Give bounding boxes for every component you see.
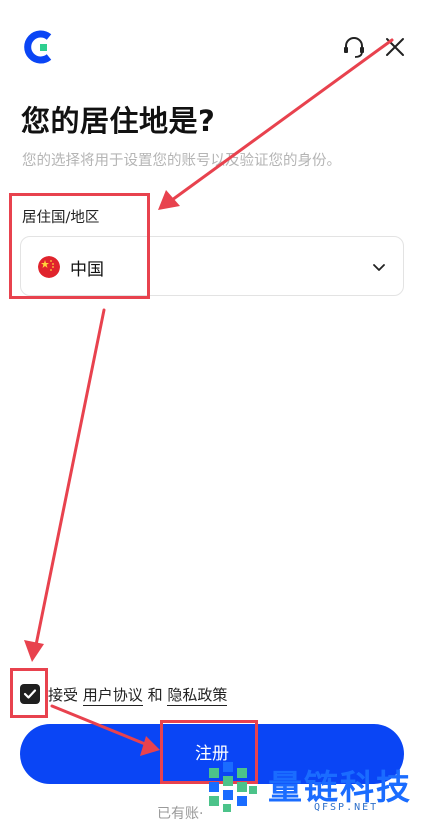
agreement-text: 接受 用户协议 和 隐私政策 bbox=[48, 684, 228, 706]
page-subtitle: 您的选择将用于设置您的账号以及验证您的身份。 bbox=[22, 153, 341, 169]
chevron-down-icon bbox=[373, 264, 385, 271]
close-icon[interactable] bbox=[382, 34, 408, 60]
page-title: 您的居住地是? bbox=[21, 104, 216, 138]
annotation-box-residence bbox=[9, 193, 150, 299]
agreement-prefix: 接受 bbox=[48, 686, 79, 704]
brand-logo-icon bbox=[24, 30, 52, 64]
agreement-and: 和 bbox=[147, 686, 163, 704]
terms-link[interactable]: 用户协议 bbox=[82, 686, 143, 706]
watermark-domain: QFSP.NET bbox=[314, 802, 379, 813]
watermark-logo-icon bbox=[209, 762, 257, 812]
login-hint[interactable]: 已有账· bbox=[157, 803, 203, 823]
headset-icon[interactable] bbox=[341, 34, 367, 60]
annotation-box-checkbox bbox=[10, 668, 48, 718]
privacy-link[interactable]: 隐私政策 bbox=[167, 686, 228, 706]
